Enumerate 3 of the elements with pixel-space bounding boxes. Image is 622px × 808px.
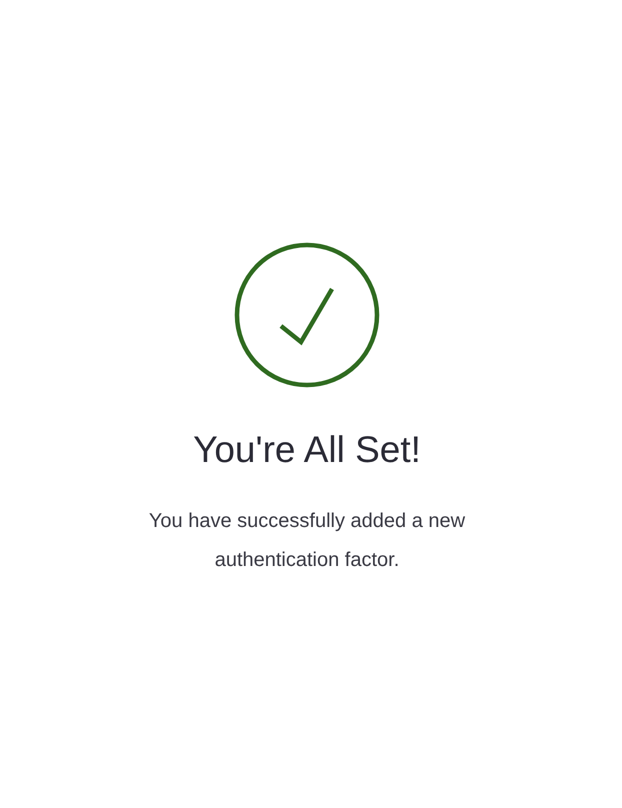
success-message: You have successfully added a new authentication factor. <box>148 509 466 573</box>
success-check-icon <box>234 242 380 388</box>
success-title: You're All Set! <box>193 428 421 472</box>
